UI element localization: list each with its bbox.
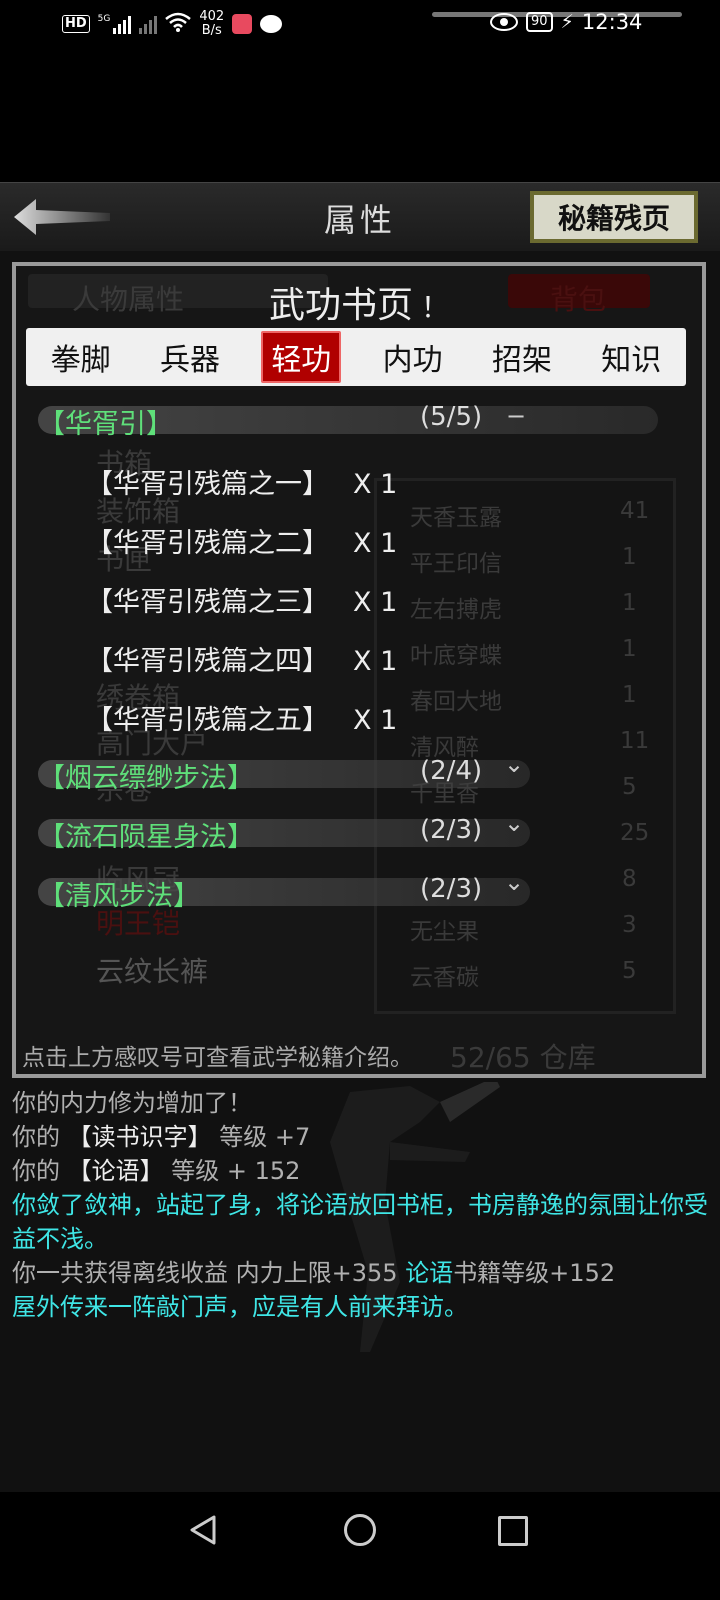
ghost-count: 5 [622, 774, 637, 800]
tab-parry[interactable]: 招架 [484, 333, 560, 381]
secret-pages-button[interactable]: 秘籍残页 [530, 191, 698, 243]
message-log: 你的内力修为增加了！ 你的 【读书识字】 等级 +7 你的 【论语】 等级 + … [12, 1086, 712, 1324]
ghost-count: 1 [622, 590, 637, 616]
category-count: (2/3) [420, 874, 483, 904]
ghost-count: 5 [622, 958, 637, 984]
ghost-count: 1 [622, 544, 637, 570]
category-count: (5/5) [420, 402, 483, 432]
expand-icon[interactable]: ⌄ [504, 868, 524, 896]
log-line: 你一共获得离线收益 内力上限+355 论语书籍等级+152 [12, 1259, 616, 1287]
list-item: 【华胥引残篇之三】 X 1 [86, 587, 398, 618]
network-speed: 402 B/s [199, 9, 225, 38]
log-line: 你的 【论语】 等级 + 152 [12, 1157, 301, 1185]
category-name: 【流石陨星身法】 [38, 822, 254, 853]
list-item: 【华胥引残篇之五】 X 1 [86, 705, 398, 736]
signal-icon: 5G [98, 14, 132, 34]
category-name: 【清风步法】 [38, 881, 200, 912]
tab-knowledge[interactable]: 知识 [593, 333, 669, 381]
ghost-item: 无尘果 [410, 919, 479, 945]
ghost-item: 春回大地 [410, 689, 502, 715]
nav-recent-icon[interactable] [498, 1516, 528, 1546]
tab-weapon[interactable]: 兵器 [152, 333, 228, 381]
hint-text: 点击上方感叹号可查看武学秘籍介绍。 [22, 1045, 413, 1071]
chat-notification-icon [260, 15, 283, 33]
category-count: (2/4) [420, 756, 483, 786]
list-item: 【华胥引残篇之一】 X 1 [86, 469, 398, 500]
ghost-count: 3 [622, 912, 637, 938]
list-item: 【华胥引残篇之四】 X 1 [86, 646, 398, 677]
log-line: 你的 【读书识字】 等级 +7 [12, 1123, 311, 1151]
ghost-storage: 52/65 仓库 [450, 1041, 596, 1074]
collapse-icon[interactable]: − [506, 402, 526, 430]
wifi-icon [165, 12, 192, 37]
category-count: (2/3) [420, 815, 483, 845]
hd-voice-icon: HD [62, 15, 90, 33]
ghost-item: 云香碳 [410, 965, 479, 991]
log-line: 屋外传来一阵敲门声，应是有人前来拜访。 [12, 1293, 468, 1321]
charging-icon: ⚡ [560, 11, 574, 33]
log-line: 你的内力修为增加了！ [12, 1089, 252, 1117]
battery-icon: 90 [526, 12, 553, 32]
martial-pages-panel: 人物属性 背包 书箱 装饰箱 书匣 绣卷箱 高门大户 宗卷 临风冠 明王铠 云纹… [12, 262, 706, 1078]
clock: 12:34 [581, 10, 643, 34]
log-line: 你敛了敛神，站起了身，将论语放回书柜，书房静逸的氛围让你受益不浅。 [12, 1191, 708, 1253]
ghost-item: 平王印信 [410, 551, 502, 577]
ghost-item: 左右搏虎 [410, 597, 502, 623]
eye-comfort-icon [490, 13, 518, 31]
category-name: 【烟云缥缈步法】 [38, 763, 254, 794]
panel-title: 武功书页！ [268, 285, 450, 326]
ghost-item: 叶底穿蝶 [410, 643, 502, 669]
status-bar: HD 5G 402 B/s 90 ⚡ 12:34 [0, 0, 720, 50]
info-exclamation-icon[interactable]: ！ [421, 291, 449, 324]
ghost-count: 1 [622, 682, 637, 708]
category-name: 【华胥引】 [38, 409, 173, 440]
nav-home-icon[interactable] [344, 1514, 376, 1546]
ghost-count: 11 [620, 728, 650, 754]
tab-lightness[interactable]: 轻功 [261, 331, 342, 383]
ghost-count: 1 [622, 636, 637, 662]
expand-icon[interactable]: ⌄ [504, 750, 524, 778]
top-bar: 属性 秘籍残页 [0, 182, 720, 251]
tab-inner[interactable]: 内功 [375, 333, 451, 381]
system-nav-bar [0, 1492, 720, 1600]
app-notification-icon [232, 14, 253, 34]
ghost-count: 25 [620, 820, 650, 846]
game-screen: 属性 秘籍残页 人物属性 背包 书箱 装饰箱 书匣 绣卷箱 高门大户 宗卷 临风… [0, 182, 720, 1492]
category-tabs: 拳脚 兵器 轻功 内功 招架 知识 [26, 328, 686, 386]
signal-icon-sim2 [139, 14, 158, 34]
ghost-count: 8 [622, 866, 637, 892]
ghost-count: 41 [620, 498, 650, 524]
nav-back-icon[interactable] [188, 1514, 218, 1546]
tab-fist[interactable]: 拳脚 [43, 333, 119, 381]
ghost-item: 天香玉露 [410, 505, 502, 531]
expand-icon[interactable]: ⌄ [504, 809, 524, 837]
list-item: 【华胥引残篇之二】 X 1 [86, 528, 398, 559]
ghost-item: 云纹长裤 [96, 955, 209, 988]
